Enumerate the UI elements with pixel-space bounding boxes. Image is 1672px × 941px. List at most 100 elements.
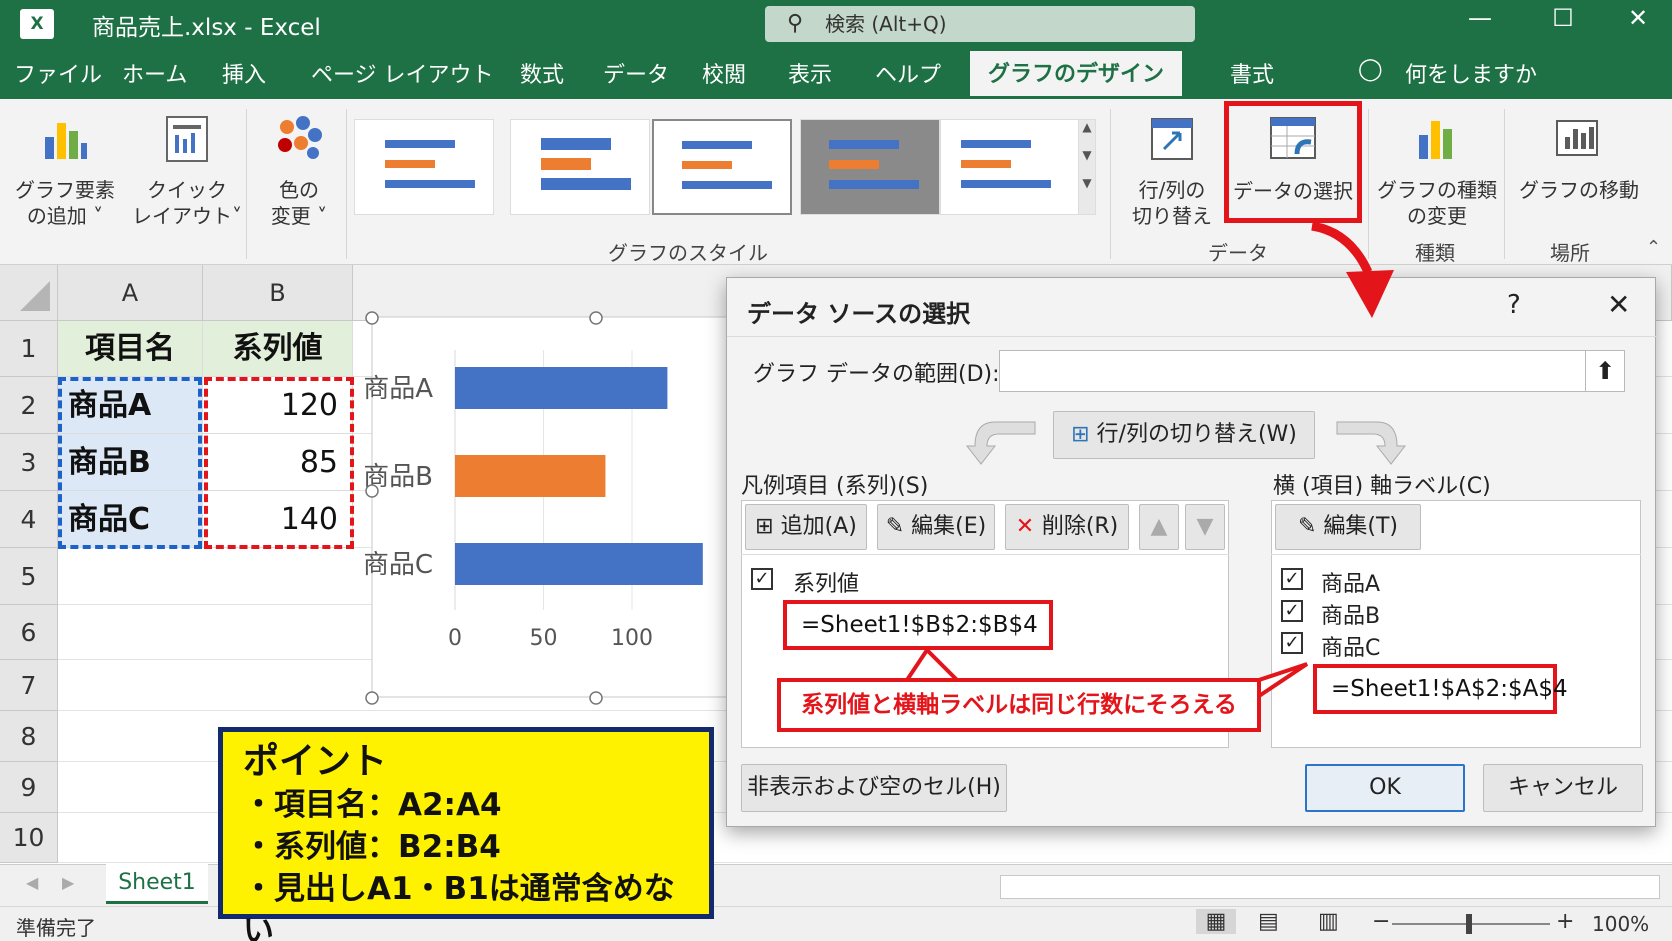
horizontal-scrollbar[interactable]	[1000, 875, 1660, 899]
maximize-button[interactable]: ☐	[1543, 4, 1583, 32]
zoom-slider-thumb[interactable]	[1466, 914, 1472, 934]
switch-row-column-label-2: 切り替え	[1132, 204, 1212, 228]
tab-chart-design[interactable]: グラフのデザイン	[970, 51, 1182, 99]
row-header-7[interactable]: 7	[0, 660, 58, 711]
collapse-range-icon[interactable]: ⬆	[1585, 350, 1625, 392]
normal-view-icon[interactable]: ▦	[1196, 909, 1236, 934]
switch-row-column-dialog-button[interactable]: ⊞ 行/列の切り替え(W)	[1053, 411, 1315, 459]
move-up-icon[interactable]: ▲	[1139, 504, 1179, 550]
row-header-4[interactable]: 4	[0, 491, 58, 548]
point-line-1: ・項目名：A2:A4	[243, 787, 502, 823]
next-sheet-icon[interactable]: ▶	[62, 873, 74, 892]
bar-chart[interactable]: 商品A商品B商品C0 50 100	[365, 310, 735, 710]
tab-home[interactable]: ホーム	[122, 57, 187, 89]
collapse-ribbon-icon[interactable]: ⌃	[1646, 237, 1661, 258]
row-header-1[interactable]: 1	[0, 321, 58, 377]
gallery-scroll[interactable]: ▲ ▼ ▼	[1078, 119, 1096, 215]
chart-style-2[interactable]	[510, 119, 650, 215]
hidden-empty-cells-button[interactable]: 非表示および空のセル(H)	[741, 764, 1007, 812]
chart-style-1[interactable]	[354, 119, 494, 215]
tab-format[interactable]: 書式	[1230, 57, 1274, 89]
row-header-3[interactable]: 3	[0, 434, 58, 491]
sheet-tab-sheet1[interactable]: Sheet1	[106, 864, 208, 904]
axis-checkbox-b[interactable]: ✓	[1281, 600, 1303, 622]
help-button[interactable]: ?	[1507, 290, 1521, 320]
change-colors-button[interactable]: 色の 変更 ˅	[254, 113, 344, 229]
add-series-button[interactable]: ⊞ 追加(A)	[745, 504, 867, 550]
row-header-9[interactable]: 9	[0, 762, 58, 813]
search-box[interactable]: ⚲ 検索 (Alt+Q)	[765, 6, 1195, 42]
select-data-button[interactable]: データの選択	[1224, 101, 1362, 223]
switch-row-column-button[interactable]: 行/列の 切り替え	[1124, 113, 1220, 229]
data-group-label: データ	[1208, 241, 1268, 265]
bar-商品A	[455, 367, 668, 409]
move-chart-label: グラフの移動	[1519, 178, 1639, 202]
location-group-label: 場所	[1550, 241, 1590, 265]
edit-series-button[interactable]: ✎ 編集(E)	[877, 504, 995, 550]
chart-style-3-selected[interactable]	[652, 119, 792, 215]
close-window-button[interactable]: ✕	[1618, 4, 1658, 32]
search-placeholder: 検索 (Alt+Q)	[825, 12, 947, 36]
dialog-close-button[interactable]: ✕	[1607, 288, 1630, 321]
row-header-8[interactable]: 8	[0, 711, 58, 762]
category-label: 商品C	[365, 550, 433, 580]
tab-formulas[interactable]: 数式	[520, 57, 564, 89]
page-layout-view-icon[interactable]: ▤	[1258, 909, 1279, 934]
tab-insert[interactable]: 挿入	[222, 57, 266, 89]
ribbon-divider	[246, 109, 247, 259]
zoom-in-icon[interactable]: +	[1556, 909, 1574, 934]
quick-layout-button[interactable]: クイック レイアウト˅	[132, 113, 242, 229]
range-b2-b4-highlight	[204, 377, 354, 549]
move-chart-button[interactable]: グラフの移動	[1514, 113, 1644, 203]
chart-type-icon	[1419, 121, 1452, 159]
x-tick-label: 100	[611, 626, 653, 651]
tell-me-box[interactable]: 何をしますか	[1405, 57, 1537, 89]
prev-sheet-icon[interactable]: ◀	[26, 873, 38, 892]
select-all-corner[interactable]	[0, 265, 58, 321]
select-all-icon	[20, 281, 50, 311]
row-header-5[interactable]: 5	[0, 548, 58, 605]
cancel-button[interactable]: キャンセル	[1483, 764, 1643, 812]
list-divider	[741, 554, 1229, 555]
tab-help[interactable]: ヘルプ	[875, 57, 941, 89]
tab-view[interactable]: 表示	[788, 57, 832, 89]
resize-handle	[589, 311, 603, 325]
minimize-button[interactable]: —	[1460, 4, 1500, 32]
change-chart-type-button[interactable]: グラフの種類 の変更	[1376, 113, 1498, 229]
window-title: 商品売上.xlsx - Excel	[92, 15, 321, 41]
title-divider	[727, 336, 1657, 337]
cell-b1[interactable]: 系列値	[203, 321, 353, 377]
x-tick-label: 50	[530, 626, 558, 651]
select-data-label: データの選択	[1233, 179, 1353, 203]
zoom-level[interactable]: 100%	[1592, 912, 1649, 936]
change-chart-type-label-1: グラフの種類	[1377, 178, 1497, 202]
edit-axis-icon: ✎	[1297, 514, 1324, 539]
edit-axis-label: 編集(T)	[1323, 514, 1399, 539]
row-header-10[interactable]: 10	[0, 813, 58, 863]
point-line-2: ・系列値：B2:B4	[243, 829, 501, 865]
axis-checkbox-a[interactable]: ✓	[1281, 568, 1303, 590]
tab-data[interactable]: データ	[603, 57, 669, 89]
edit-axis-labels-button[interactable]: ✎ 編集(T)	[1275, 504, 1421, 550]
row-header-6[interactable]: 6	[0, 605, 58, 660]
column-header-b[interactable]: B	[203, 265, 353, 321]
tab-review[interactable]: 校閲	[702, 57, 746, 89]
tab-file[interactable]: ファイル	[14, 57, 102, 89]
page-break-view-icon[interactable]: ▥	[1318, 909, 1339, 934]
chart-data-range-input[interactable]	[999, 350, 1609, 392]
zoom-out-icon[interactable]: −	[1372, 909, 1390, 934]
move-down-icon[interactable]: ▼	[1185, 504, 1225, 550]
chart-style-4[interactable]	[800, 119, 940, 215]
cell-a1[interactable]: 項目名	[58, 321, 203, 377]
add-chart-element-button[interactable]: グラフ要素 の追加 ˅	[10, 113, 120, 229]
tab-page-layout[interactable]: ページ レイアウト	[311, 57, 494, 89]
delete-series-button[interactable]: ✕ 削除(R)	[1005, 504, 1129, 550]
series-checkbox[interactable]: ✓	[751, 568, 773, 590]
quick-layout-label-1: クイック	[147, 178, 227, 202]
ok-button[interactable]: OK	[1305, 764, 1465, 812]
quick-layout-label-2: レイアウト˅	[132, 204, 242, 228]
row-header-2[interactable]: 2	[0, 377, 58, 434]
axis-formula: =Sheet1!$A$2:$A$4	[1313, 664, 1568, 714]
chart-style-5[interactable]	[940, 119, 1080, 215]
column-header-a[interactable]: A	[58, 265, 203, 321]
